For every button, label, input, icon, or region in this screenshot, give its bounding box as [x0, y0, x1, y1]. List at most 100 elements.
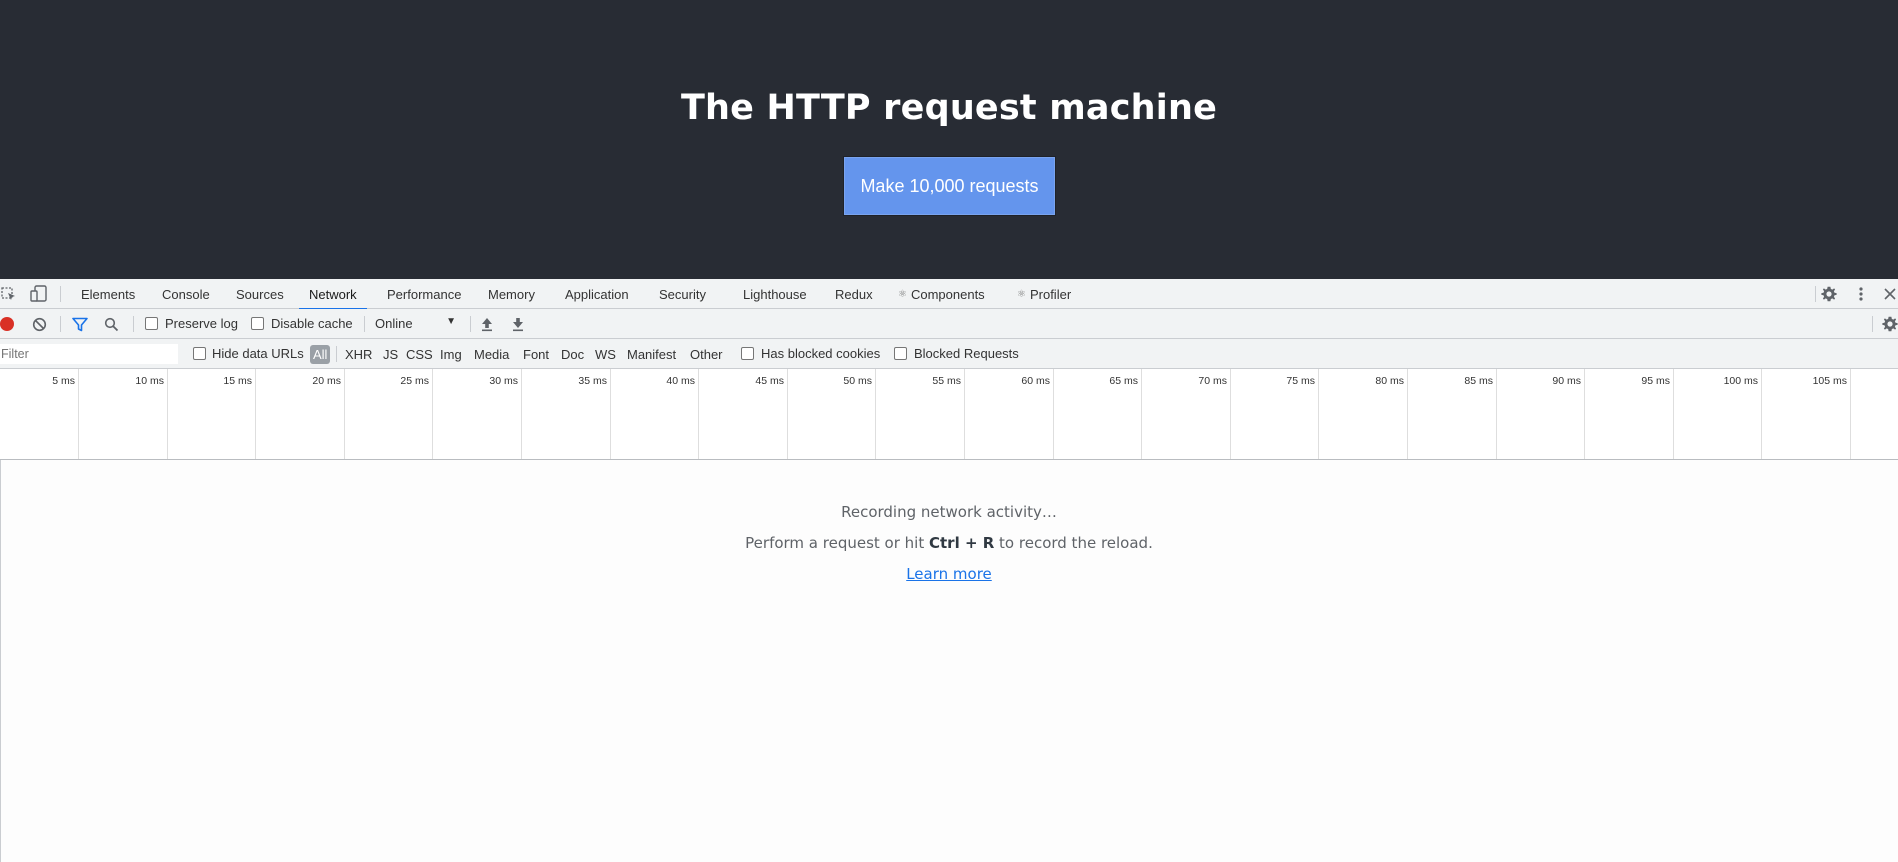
filter-icon[interactable]	[72, 317, 88, 337]
search-icon[interactable]	[104, 317, 119, 337]
timeline-gridline	[1318, 369, 1319, 459]
has-blocked-cookies-checkbox[interactable]	[741, 347, 754, 360]
throttling-select[interactable]: Online ▼	[374, 314, 458, 334]
timeline-tick-label: 5 ms	[52, 375, 75, 387]
timeline-gridline	[1584, 369, 1585, 459]
tab-sources[interactable]: Sources	[236, 279, 284, 309]
timeline-gridline	[1673, 369, 1674, 459]
toolbar-divider	[336, 346, 337, 362]
reload-hint-suffix: to record the reload.	[994, 534, 1153, 552]
tab-elements[interactable]: Elements	[81, 279, 135, 309]
timeline-tick-label: 70 ms	[1198, 375, 1227, 387]
chevron-down-icon: ▼	[446, 316, 456, 327]
network-settings-gear-icon[interactable]	[1882, 316, 1898, 337]
filter-type-manifest[interactable]: Manifest	[627, 345, 676, 364]
timeline-gridline	[875, 369, 876, 459]
import-har-icon[interactable]	[480, 316, 494, 337]
tab-profiler-label: Profiler	[1029, 286, 1072, 302]
network-toolbar: Preserve log Disable cache Online ▼	[0, 309, 1898, 339]
reload-hint-prefix: Perform a request or hit	[745, 534, 929, 552]
disable-cache-checkbox[interactable]	[251, 317, 264, 330]
timeline-tick-label: 45 ms	[755, 375, 784, 387]
timeline-tick-label: 20 ms	[312, 375, 341, 387]
reload-hint: Perform a request or hit Ctrl + R to rec…	[0, 534, 1898, 552]
filter-type-other[interactable]: Other	[690, 345, 723, 364]
tab-network[interactable]: Network	[299, 279, 367, 310]
make-requests-button[interactable]: Make 10,000 requests	[843, 156, 1056, 216]
timeline-gridline	[521, 369, 522, 459]
tab-profiler[interactable]: ⚛ Profiler	[1017, 279, 1071, 309]
timeline-gridline	[1141, 369, 1142, 459]
filter-bar: Hide data URLs All XHR JS CSS Img Media …	[0, 339, 1898, 369]
react-icon: ⚛	[1017, 288, 1026, 300]
tab-performance[interactable]: Performance	[387, 279, 461, 309]
devtools-panel: Elements Console Sources Network Perform…	[0, 279, 1898, 862]
timeline-tick-label: 30 ms	[489, 375, 518, 387]
timeline-gridline	[432, 369, 433, 459]
preserve-log-checkbox[interactable]	[145, 317, 158, 330]
toolbar-divider	[470, 316, 471, 332]
tab-application[interactable]: Application	[565, 279, 629, 309]
filter-input[interactable]	[0, 344, 178, 364]
clear-icon[interactable]	[32, 317, 47, 337]
filter-type-doc[interactable]: Doc	[561, 345, 584, 364]
inspect-element-icon[interactable]	[0, 279, 18, 309]
timeline-tick-label: 90 ms	[1552, 375, 1581, 387]
timeline-overview[interactable]: 5 ms 10 ms 15 ms 20 ms 25 ms 30 ms 35 ms 40 ms 4…	[0, 369, 1898, 460]
timeline-gridline	[167, 369, 168, 459]
tab-components[interactable]: ⚛ Components	[898, 279, 985, 309]
tab-security[interactable]: Security	[659, 279, 706, 309]
tab-memory[interactable]: Memory	[488, 279, 535, 309]
throttling-value: Online	[375, 316, 413, 331]
toolbar-divider	[133, 316, 134, 332]
filter-type-media[interactable]: Media	[474, 345, 509, 364]
reload-shortcut: Ctrl + R	[929, 534, 995, 552]
timeline-tick-label: 35 ms	[578, 375, 607, 387]
toolbar-divider	[60, 316, 61, 332]
tab-console[interactable]: Console	[162, 279, 210, 309]
filter-type-xhr[interactable]: XHR	[345, 345, 372, 364]
hide-data-urls-checkbox[interactable]	[193, 347, 206, 360]
has-blocked-cookies-label: Has blocked cookies	[761, 346, 881, 361]
empty-state: Recording network activity… Perform a re…	[0, 460, 1898, 862]
close-icon[interactable]	[1881, 279, 1898, 309]
filter-type-img[interactable]: Img	[440, 345, 462, 364]
timeline-gridline	[698, 369, 699, 459]
device-toolbar-icon[interactable]	[28, 279, 50, 309]
timeline-gridline	[1496, 369, 1497, 459]
timeline-tick-label: 65 ms	[1109, 375, 1138, 387]
timeline-tick-label: 40 ms	[666, 375, 695, 387]
toolbar-divider	[364, 316, 365, 332]
timeline-tick-label: 95 ms	[1641, 375, 1670, 387]
timeline-tick-label: 75 ms	[1286, 375, 1315, 387]
timeline-gridline	[610, 369, 611, 459]
timeline-tick-label: 10 ms	[135, 375, 164, 387]
filter-type-font[interactable]: Font	[523, 345, 549, 364]
record-icon[interactable]	[0, 317, 14, 331]
blocked-requests-checkbox[interactable]	[894, 347, 907, 360]
timeline-gridline	[1761, 369, 1762, 459]
learn-more-row: Learn more	[0, 565, 1898, 583]
react-icon: ⚛	[898, 288, 907, 300]
filter-type-ws[interactable]: WS	[595, 345, 616, 364]
filter-type-css[interactable]: CSS	[406, 345, 433, 364]
tab-redux[interactable]: Redux	[835, 279, 873, 309]
timeline-tick-label: 80 ms	[1375, 375, 1404, 387]
timeline-tick-label: 50 ms	[843, 375, 872, 387]
more-options-icon[interactable]	[1851, 279, 1871, 309]
toolbar-divider	[60, 286, 61, 302]
timeline-tick-label: 55 ms	[932, 375, 961, 387]
timeline-gridline	[78, 369, 79, 459]
tab-lighthouse[interactable]: Lighthouse	[743, 279, 807, 309]
filter-type-all[interactable]: All	[310, 345, 331, 364]
timeline-tick-label: 85 ms	[1464, 375, 1493, 387]
timeline-tick-label: 25 ms	[400, 375, 429, 387]
timeline-tick-label: 60 ms	[1021, 375, 1050, 387]
app-page: The HTTP request machine Make 10,000 req…	[0, 0, 1898, 279]
filter-type-js[interactable]: JS	[383, 345, 398, 364]
toolbar-divider	[1815, 286, 1816, 302]
settings-gear-icon[interactable]	[1819, 279, 1839, 309]
learn-more-link[interactable]: Learn more	[906, 565, 992, 583]
timeline-tick-label: 105 ms	[1812, 375, 1847, 387]
export-har-icon[interactable]	[511, 316, 525, 337]
